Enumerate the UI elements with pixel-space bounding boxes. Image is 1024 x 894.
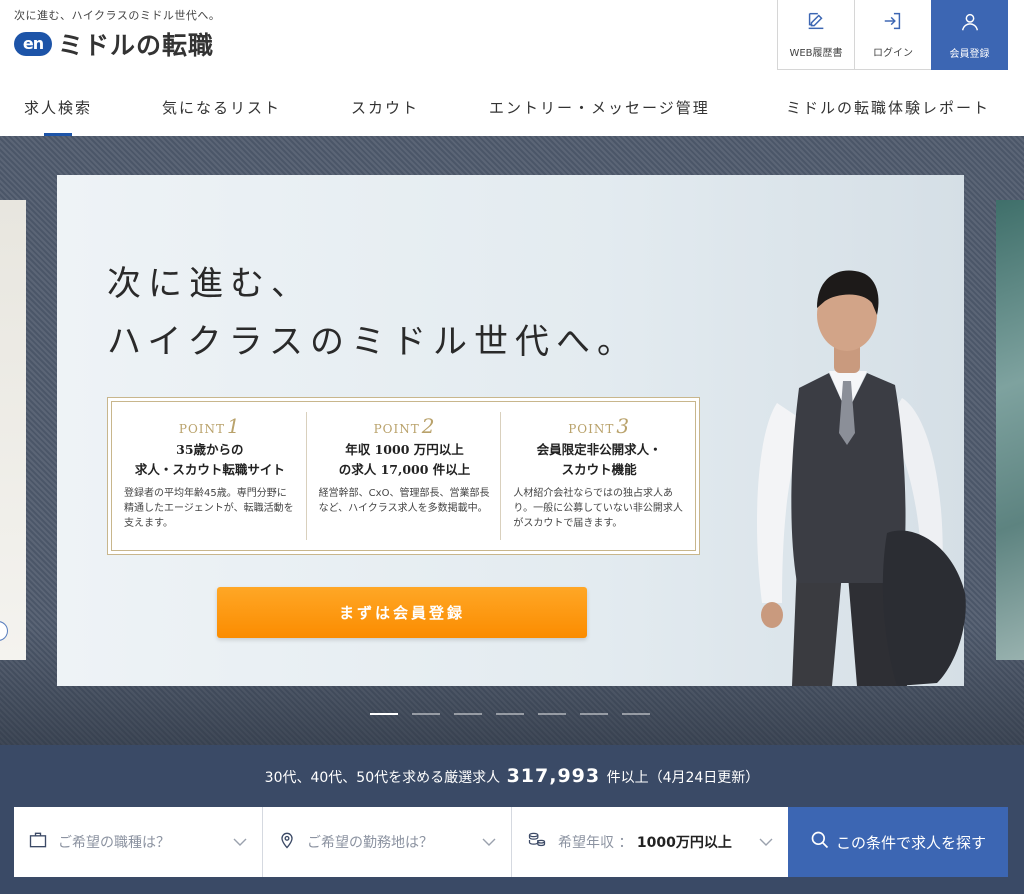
point-2: POINT 2 年収 1000 万円以上 の求人 17,000 件以上 経営幹部、… xyxy=(305,412,501,540)
point-1-label: POINT 1 xyxy=(178,414,241,438)
point-1-desc: 登録者の平均年齢45歳。専門分野に精通したエージェントが、転職活動を支えます。 xyxy=(124,488,294,529)
main-nav: 求人検索 気になるリスト スカウト エントリー・メッセージ管理 ミドルの転職体験… xyxy=(0,80,1024,136)
point-2-title: 年収 1000 万円以上 の求人 17,000 件以上 xyxy=(338,442,471,477)
headline-line-1: 次に進む、 xyxy=(107,264,312,304)
points-box: POINT 1 35歳からの 求人・スカウト転職サイト 登録者の平均年齢45歳。専… xyxy=(107,397,700,555)
briefcase-icon xyxy=(28,830,48,854)
job-count: 317,993 xyxy=(506,765,601,787)
carousel-dot[interactable] xyxy=(622,713,650,715)
job-type-select[interactable]: ご希望の職種は？ xyxy=(14,807,262,877)
search-icon xyxy=(810,830,830,854)
point-3-title: 会員限定非公開求人・ スカウト機能 xyxy=(536,442,662,477)
salary-label: 希望年収 ： xyxy=(558,835,633,851)
nav-reports[interactable]: ミドルの転職体験レポート xyxy=(786,80,990,136)
point-2-desc: 経営幹部、CxO、管理部長、営業部長など、ハイクラス求人を多数掲載中。 xyxy=(318,488,490,514)
web-resume-label: WEB履歴書 xyxy=(789,48,843,59)
user-icon xyxy=(959,11,981,37)
logo-text: ミドルの転職 xyxy=(58,31,215,60)
nav-entry-messages[interactable]: エントリー・メッセージ管理 xyxy=(489,80,710,136)
register-label: 会員登録 xyxy=(949,48,990,60)
site-tagline: 次に進む、ハイクラスのミドル世代へ。 xyxy=(14,9,221,22)
carousel-dot[interactable] xyxy=(580,713,608,715)
carousel-dot[interactable] xyxy=(412,713,440,715)
carousel-dot[interactable] xyxy=(538,713,566,715)
count-prefix: 30代、40代、50代を求める厳選求人 xyxy=(264,770,501,786)
count-suffix: 件以上（4月24日更新） xyxy=(606,770,760,786)
hero-carousel: 次に進む、 ハイクラスのミドル世代へ。 POINT 1 35歳からの 求人・スカウ… xyxy=(0,136,1024,745)
job-count-message: 30代、40代、50代を求める厳選求人 317,993 件以上（4月24日更新） xyxy=(0,765,1024,787)
carousel-dot[interactable] xyxy=(496,713,524,715)
carousel-indicators xyxy=(370,713,650,715)
salary-select[interactable]: 希望年収 ： 1000万円以上 xyxy=(511,807,788,877)
carousel-dot[interactable] xyxy=(454,713,482,715)
web-resume-button[interactable]: WEB履歴書 xyxy=(777,0,854,70)
hero-slide: 次に進む、 ハイクラスのミドル世代へ。 POINT 1 35歳からの 求人・スカウ… xyxy=(57,175,966,686)
next-slide-preview[interactable] xyxy=(996,200,1024,660)
point-2-label: POINT 2 xyxy=(373,414,436,438)
site-logo[interactable]: en ミドルの転職 xyxy=(14,26,214,62)
point-3: POINT 3 会員限定非公開求人・ スカウト機能 人材紹介会社ならではの独占求人… xyxy=(500,412,695,540)
nav-scout[interactable]: スカウト xyxy=(351,80,419,136)
salary-value: 1000万円以上 xyxy=(636,835,732,851)
carousel-dot[interactable] xyxy=(370,713,398,715)
point-3-desc: 人材紹介会社ならではの独占求人あり。一般に公募していない非公開求人がスカウトで届… xyxy=(513,488,683,529)
chevron-down-icon xyxy=(482,838,496,846)
prev-slide-preview[interactable] xyxy=(0,200,26,660)
nav-job-search[interactable]: 求人検索 xyxy=(24,80,92,136)
point-1: POINT 1 35歳からの 求人・スカウト転職サイト 登録者の平均年齢45歳。専… xyxy=(112,402,306,550)
hero-headline: 次に進む、 ハイクラスのミドル世代へ。 xyxy=(107,255,638,371)
search-band: 30代、40代、50代を求める厳選求人 317,993 件以上（4月24日更新）… xyxy=(0,745,1024,894)
register-button[interactable]: 会員登録 xyxy=(931,0,1008,70)
chevron-down-icon xyxy=(759,838,773,846)
header-actions: WEB履歴書 ログイン 会員登録 xyxy=(777,0,1008,70)
search-submit-button[interactable]: この条件で求人を探す xyxy=(788,807,1008,877)
coins-icon xyxy=(526,830,548,854)
job-type-placeholder: ご希望の職種は？ xyxy=(58,835,170,851)
point-1-title: 35歳からの 求人・スカウト転職サイト xyxy=(134,442,285,477)
point-3-label: POINT 3 xyxy=(568,414,631,438)
login-label: ログイン xyxy=(873,48,913,59)
map-pin-icon xyxy=(277,830,297,854)
businessman-image xyxy=(757,270,966,686)
en-logo-icon: en xyxy=(14,32,52,56)
search-submit-label: この条件で求人を探す xyxy=(835,833,986,852)
salary-field-text: 希望年収 ： 1000万円以上 xyxy=(558,832,758,852)
location-select[interactable]: ご希望の勤務地は？ xyxy=(262,807,511,877)
login-button[interactable]: ログイン xyxy=(854,0,931,70)
site-header: 次に進む、ハイクラスのミドル世代へ。 en ミドルの転職 WEB履歴書 ログイン xyxy=(0,0,1024,80)
login-icon xyxy=(882,10,904,36)
chevron-down-icon xyxy=(233,838,247,846)
edit-icon xyxy=(805,10,827,36)
search-form: ご希望の職種は？ ご希望の勤務地は？ 希望年収 ： 1000万円以上 この条件で… xyxy=(14,807,1008,877)
nav-favorites[interactable]: 気になるリスト xyxy=(162,80,281,136)
headline-line-2: ハイクラスのミドル世代へ。 xyxy=(107,322,638,362)
register-cta-button[interactable]: まずは会員登録 xyxy=(217,587,587,638)
location-placeholder: ご希望の勤務地は？ xyxy=(307,835,433,851)
